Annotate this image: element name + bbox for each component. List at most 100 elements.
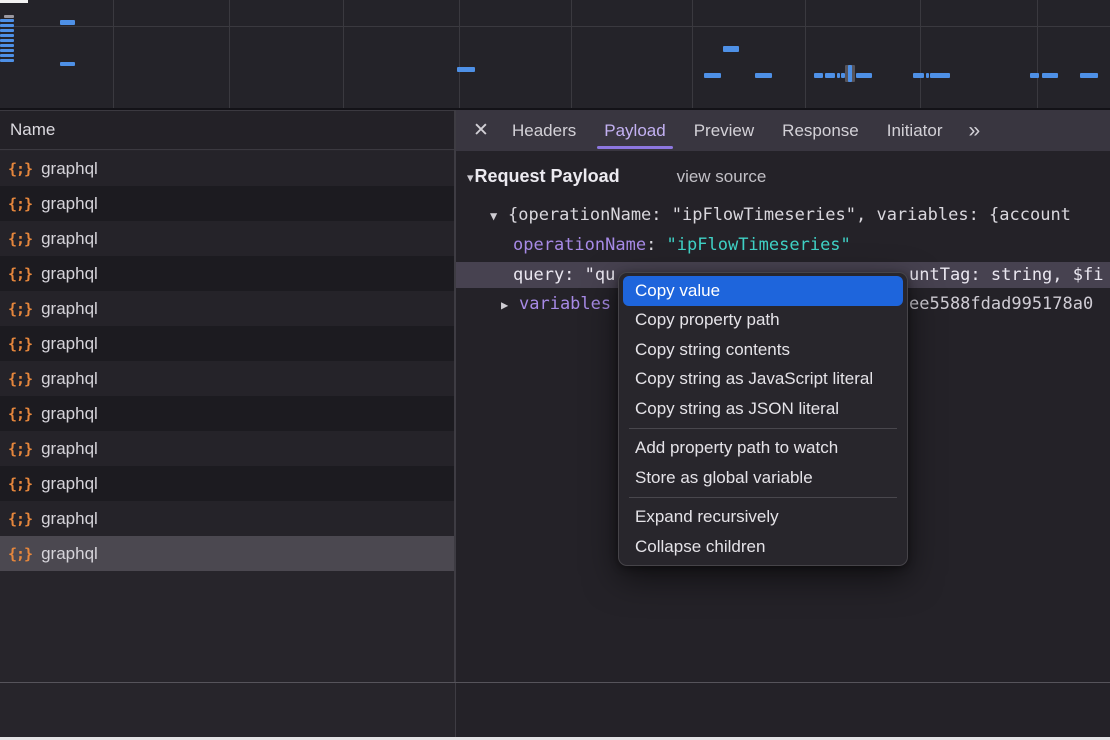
request-row-graphql[interactable]: {;} graphql — [0, 431, 455, 466]
json-fetch-icon: {;} — [8, 195, 32, 213]
request-name-label: graphql — [41, 509, 98, 529]
json-fetch-icon: {;} — [8, 160, 32, 178]
menu-item-copy-value[interactable]: Copy value — [623, 276, 903, 306]
request-list-panel: Name {;} graphql {;} graphql {;} graphql {;} gr… — [0, 110, 455, 682]
waterfall-request-bar[interactable] — [60, 20, 75, 25]
request-row-graphql[interactable]: {;}graphql — [0, 256, 455, 291]
waterfall-request-bar[interactable] — [0, 29, 14, 33]
request-row-graphql[interactable]: {;} graphql — [0, 396, 455, 431]
waterfall-request-bar[interactable] — [856, 73, 872, 78]
tab-label: Preview — [694, 121, 754, 141]
request-name-label: graphql — [41, 369, 98, 389]
request-row-graphql[interactable]: {;}graphql — [0, 221, 455, 256]
detail-tab-bar: ✕HeadersPayload Preview Response Initiator » — [456, 110, 1110, 151]
request-row-graphql[interactable]: {;} graphql — [0, 186, 455, 221]
property-key: variables — [519, 294, 611, 314]
request-row-graphql[interactable]: {;}graphql — [0, 466, 455, 501]
waterfall-request-bar[interactable] — [848, 65, 852, 82]
menu-item-copy-property-path[interactable]: Copy property path — [623, 306, 903, 336]
waterfall-request-bar[interactable] — [0, 49, 14, 53]
tab-label: Response — [782, 121, 859, 141]
view-source-link[interactable]: view source — [677, 167, 767, 186]
json-fetch-icon: {;} — [8, 370, 32, 388]
tab-preview[interactable]: Preview — [680, 110, 768, 151]
payload-root-preview: {operationName: "ipFlowTimeseries", vari… — [508, 205, 1071, 225]
tab-headers[interactable]: Headers — [498, 110, 590, 151]
menu-item-copy-string-contents[interactable]: Copy string contents — [623, 335, 903, 365]
waterfall-request-bar[interactable] — [0, 54, 14, 58]
more-tabs-icon[interactable]: » — [956, 110, 990, 151]
menu-item-store-as-global-variable[interactable]: Store as global variable — [623, 463, 903, 493]
section-collapse-icon[interactable]: ▾ — [467, 170, 474, 185]
overview-gridline — [459, 0, 460, 108]
tab-payload[interactable]: Payload — [590, 110, 679, 151]
request-row-graphql[interactable]: {;}graphql — [0, 326, 455, 361]
waterfall-request-bar[interactable] — [1080, 73, 1098, 78]
request-name-label: graphql — [41, 404, 98, 424]
network-overview-waterfall[interactable] — [0, 0, 1110, 108]
name-column-label: Name — [10, 120, 55, 140]
waterfall-request-bar[interactable] — [837, 73, 840, 78]
footer-divider — [0, 682, 1110, 683]
waterfall-request-bar[interactable] — [723, 46, 739, 52]
request-row-graphql[interactable]: {;} graphql — [0, 361, 455, 396]
tab-response[interactable]: Response — [768, 110, 873, 151]
waterfall-request-bar[interactable] — [0, 59, 14, 63]
waterfall-request-bar[interactable] — [0, 19, 14, 23]
overview-gridline — [571, 0, 572, 108]
json-fetch-icon: {;} — [8, 405, 32, 423]
tab-label: Initiator — [887, 121, 943, 141]
menu-item-expand-recursively[interactable]: Expand recursively — [623, 503, 903, 533]
waterfall-request-bar[interactable] — [1042, 73, 1058, 78]
property-key: operationName — [513, 235, 646, 255]
json-fetch-icon: {;} — [8, 510, 32, 528]
request-row-graphql[interactable]: {;}graphql — [0, 291, 455, 326]
waterfall-request-bar[interactable] — [930, 73, 950, 78]
request-row-graphql[interactable]: {;} graphql — [0, 151, 455, 186]
waterfall-request-bar[interactable] — [0, 24, 14, 28]
menu-item-copy-string-as-json-literal[interactable]: Copy string as JSON literal — [623, 394, 903, 424]
overview-gridline — [692, 0, 693, 108]
waterfall-request-bar[interactable] — [457, 67, 475, 72]
waterfall-request-bar[interactable] — [926, 73, 929, 78]
payload-operationname-row[interactable]: operationName: "ipFlowTimeseries" — [456, 233, 1110, 258]
waterfall-request-bar[interactable] — [913, 73, 924, 78]
waterfall-request-bar[interactable] — [0, 44, 14, 48]
request-name-label: graphql — [41, 334, 98, 354]
waterfall-request-bar[interactable] — [704, 73, 721, 78]
close-detail-icon[interactable]: ✕ — [464, 110, 498, 151]
footer-left-area — [0, 683, 455, 737]
selected-tab-underline — [597, 146, 672, 150]
overview-gridline — [343, 0, 344, 108]
waterfall-request-bar[interactable] — [825, 73, 835, 78]
json-fetch-icon: {;} — [8, 300, 32, 318]
menu-item-collapse-children[interactable]: Collapse children — [623, 532, 903, 562]
payload-root-row[interactable]: ▼{operationName: "ipFlowTimeseries", var… — [456, 203, 1110, 228]
request-name-label: graphql — [41, 439, 98, 459]
menu-item-copy-string-as-javascript-literal[interactable]: Copy string as JavaScript literal — [623, 365, 903, 395]
waterfall-request-bar[interactable] — [0, 34, 14, 38]
variables-preview-fragment: ee5588fdad995178a0 — [909, 292, 1093, 317]
waterfall-request-bar[interactable] — [0, 39, 14, 43]
name-column-header[interactable]: Name — [0, 110, 455, 150]
overview-gridline — [229, 0, 230, 108]
expander-open-icon[interactable]: ▼ — [490, 204, 508, 229]
waterfall-request-bar[interactable] — [814, 73, 823, 78]
context-menu: Copy valueCopy property pathCopy string … — [618, 272, 908, 566]
waterfall-request-bar[interactable] — [755, 73, 772, 78]
waterfall-request-bar[interactable] — [1030, 73, 1039, 78]
json-fetch-icon: {;} — [8, 440, 32, 458]
tab-initiator[interactable]: Initiator — [873, 110, 957, 151]
request-row-graphql[interactable]: {;}graphql — [0, 536, 455, 571]
request-name-label: graphql — [41, 474, 98, 494]
footer-right-area — [456, 683, 1110, 737]
request-row-graphql[interactable]: {;} graphql — [0, 501, 455, 536]
waterfall-request-bar[interactable] — [60, 62, 75, 67]
waterfall-request-bar[interactable] — [4, 15, 14, 18]
menu-separator — [629, 428, 897, 429]
request-name-label: graphql — [41, 159, 98, 179]
overview-gridline — [0, 26, 1110, 27]
expander-closed-icon[interactable]: ▶ — [501, 293, 519, 318]
request-name-label: graphql — [41, 194, 98, 214]
menu-item-add-property-path-to-watch[interactable]: Add property path to watch — [623, 434, 903, 464]
